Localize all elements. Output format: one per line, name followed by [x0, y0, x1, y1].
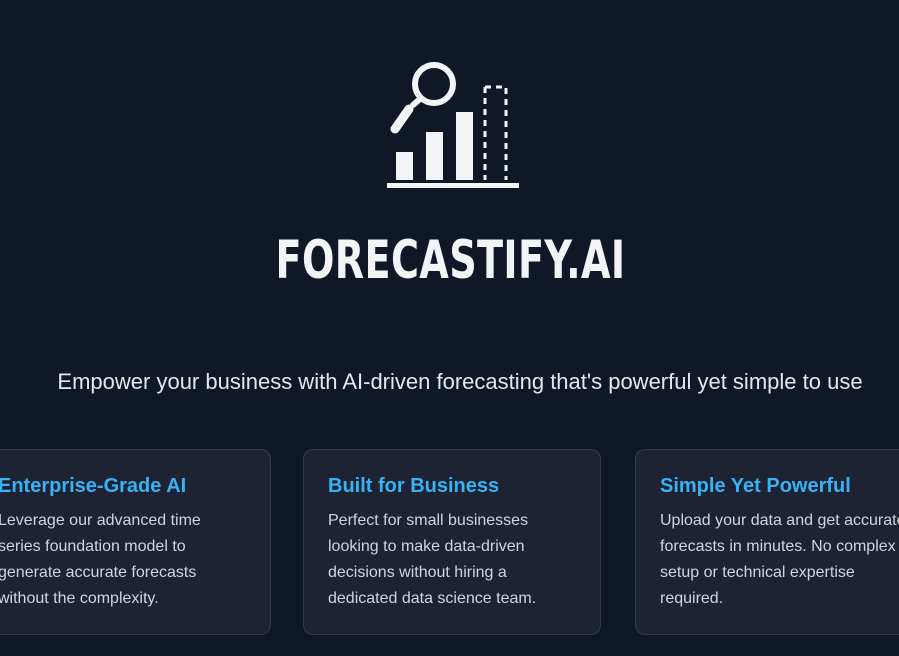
feature-card-description: Perfect for small businesses looking to … — [328, 512, 537, 607]
tagline: Empower your business with AI-driven for… — [57, 369, 863, 394]
brand-name: FORECASTIFY.AI — [275, 230, 626, 291]
bar-chart-magnifier-icon — [387, 62, 519, 188]
feature-card-enterprise-grade-ai: Enterprise-Grade AI Leverage our advance… — [0, 449, 271, 635]
feature-card-simple-yet-powerful: Simple Yet Powerful Upload your data and… — [635, 449, 899, 635]
feature-card-description: Upload your data and get accurate foreca… — [660, 512, 899, 607]
feature-card-built-for-business: Built for Business Perfect for small bus… — [303, 449, 601, 635]
feature-card-title: Enterprise-Grade AI — [0, 475, 187, 497]
feature-card-title: Simple Yet Powerful — [660, 475, 851, 497]
feature-card-title: Built for Business — [328, 475, 500, 497]
feature-card-description: Leverage our advanced time series founda… — [0, 512, 201, 607]
